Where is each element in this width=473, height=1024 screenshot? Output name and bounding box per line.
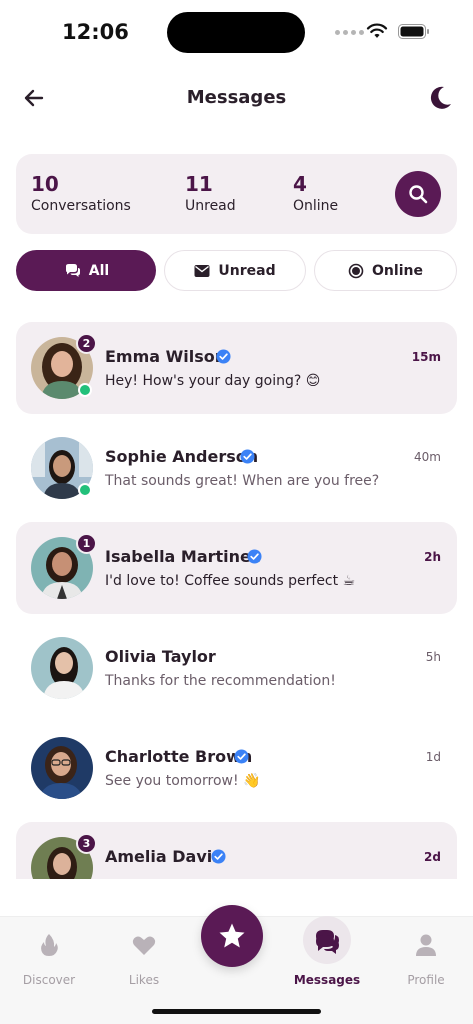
message-preview: I'd love to! Coffee sounds perfect ☕ xyxy=(105,573,356,589)
nav-label: Discover xyxy=(22,973,76,987)
conversation-item[interactable]: 1 Isabella Martinez 2h I'd love to! Coff… xyxy=(16,522,457,614)
status-time: 12:06 xyxy=(62,20,129,44)
filter-label: All xyxy=(88,262,110,279)
contact-name: Olivia Taylor xyxy=(105,647,216,666)
message-time: 40m xyxy=(414,450,441,464)
message-preview: Hey! How's your day going? 😊 xyxy=(105,373,321,389)
nav-label: Messages xyxy=(293,973,361,987)
filter-online[interactable]: Online xyxy=(314,250,457,291)
conversation-item[interactable]: 3 Amelia Davis 2d xyxy=(16,822,457,879)
stat-value: 10 xyxy=(31,172,59,196)
contact-name: Isabella Martinez xyxy=(105,547,261,566)
dynamic-island xyxy=(167,12,305,53)
filter-all[interactable]: All xyxy=(16,250,156,291)
super-like-button[interactable] xyxy=(201,905,263,967)
home-indicator xyxy=(152,1009,321,1014)
stat-label: Unread xyxy=(185,198,236,214)
stat-online: 4 Online xyxy=(293,172,338,214)
contact-name: Charlotte Brown xyxy=(105,747,253,766)
battery-icon xyxy=(398,24,429,39)
nav-label: Likes xyxy=(128,973,160,987)
star-icon xyxy=(219,923,245,948)
message-preview: That sounds great! When are you free? xyxy=(105,473,380,489)
stat-value: 4 xyxy=(293,172,307,196)
filter-label: Unread xyxy=(218,262,276,279)
radio-dot-icon xyxy=(348,263,364,278)
online-indicator xyxy=(78,383,92,397)
conversation-item[interactable]: Sophie Anderson 40m That sounds great! W… xyxy=(16,422,457,514)
dark-mode-moon-icon[interactable] xyxy=(424,82,456,114)
person-icon xyxy=(416,934,436,956)
nav-profile[interactable]: Profile xyxy=(386,931,466,987)
nav-discover[interactable]: Discover xyxy=(9,931,89,987)
verified-badge-icon xyxy=(234,749,249,764)
avatar xyxy=(31,737,93,799)
page-title: Messages xyxy=(186,87,287,108)
filter-label: Online xyxy=(372,262,423,279)
verified-badge-icon xyxy=(240,449,255,464)
stat-conversations: 10 Conversations xyxy=(31,172,131,214)
message-preview: See you tomorrow! 👋 xyxy=(105,773,261,789)
heart-icon xyxy=(132,936,156,955)
verified-badge-icon xyxy=(247,549,262,564)
contact-name: Emma Wilson xyxy=(105,347,227,366)
search-button[interactable] xyxy=(395,171,441,217)
verified-badge-icon xyxy=(211,849,226,864)
nav-label: Profile xyxy=(407,973,445,987)
unread-count-badge: 3 xyxy=(76,833,97,854)
stats-card: 10 Conversations 11 Unread 4 Online xyxy=(16,154,457,234)
conversation-item[interactable]: 2 Emma Wilson 15m Hey! How's your day go… xyxy=(16,322,457,414)
chat-bubbles-icon xyxy=(65,263,80,277)
avatar xyxy=(31,637,93,699)
message-preview: Thanks for the recommendation! xyxy=(105,673,336,689)
conversation-list: 2 Emma Wilson 15m Hey! How's your day go… xyxy=(16,322,457,879)
stat-unread: 11 Unread xyxy=(185,172,236,214)
message-time: 2h xyxy=(424,550,441,564)
filter-tabs: All Unread Online xyxy=(16,250,457,291)
conversation-item[interactable]: Olivia Taylor 5h Thanks for the recommen… xyxy=(16,622,457,714)
nav-likes[interactable]: Likes xyxy=(104,931,184,987)
unread-count-badge: 1 xyxy=(76,533,97,554)
message-time: 15m xyxy=(411,350,441,364)
message-time: 5h xyxy=(425,650,441,664)
chat-bubbles-icon xyxy=(316,935,339,954)
verified-badge-icon xyxy=(216,349,231,364)
message-time: 1d xyxy=(425,750,441,764)
conversation-item[interactable]: Charlotte Brown 1d See you tomorrow! 👋 xyxy=(16,722,457,814)
envelope-icon xyxy=(194,264,210,277)
message-time: 2d xyxy=(424,850,441,864)
wifi-icon xyxy=(366,23,388,38)
unread-count-badge: 2 xyxy=(76,333,97,354)
app-header: Messages xyxy=(0,76,473,120)
stat-value: 11 xyxy=(185,172,213,196)
status-bar: 12:06 xyxy=(0,0,473,60)
cellular-signal-icon xyxy=(335,30,364,35)
flame-icon xyxy=(41,934,58,956)
stat-label: Conversations xyxy=(31,198,131,214)
contact-name: Sophie Anderson xyxy=(105,447,259,466)
filter-unread[interactable]: Unread xyxy=(164,250,306,291)
stat-label: Online xyxy=(293,198,339,214)
online-indicator xyxy=(78,483,92,497)
contact-name: Amelia Davis xyxy=(105,847,222,866)
search-icon xyxy=(409,185,428,204)
